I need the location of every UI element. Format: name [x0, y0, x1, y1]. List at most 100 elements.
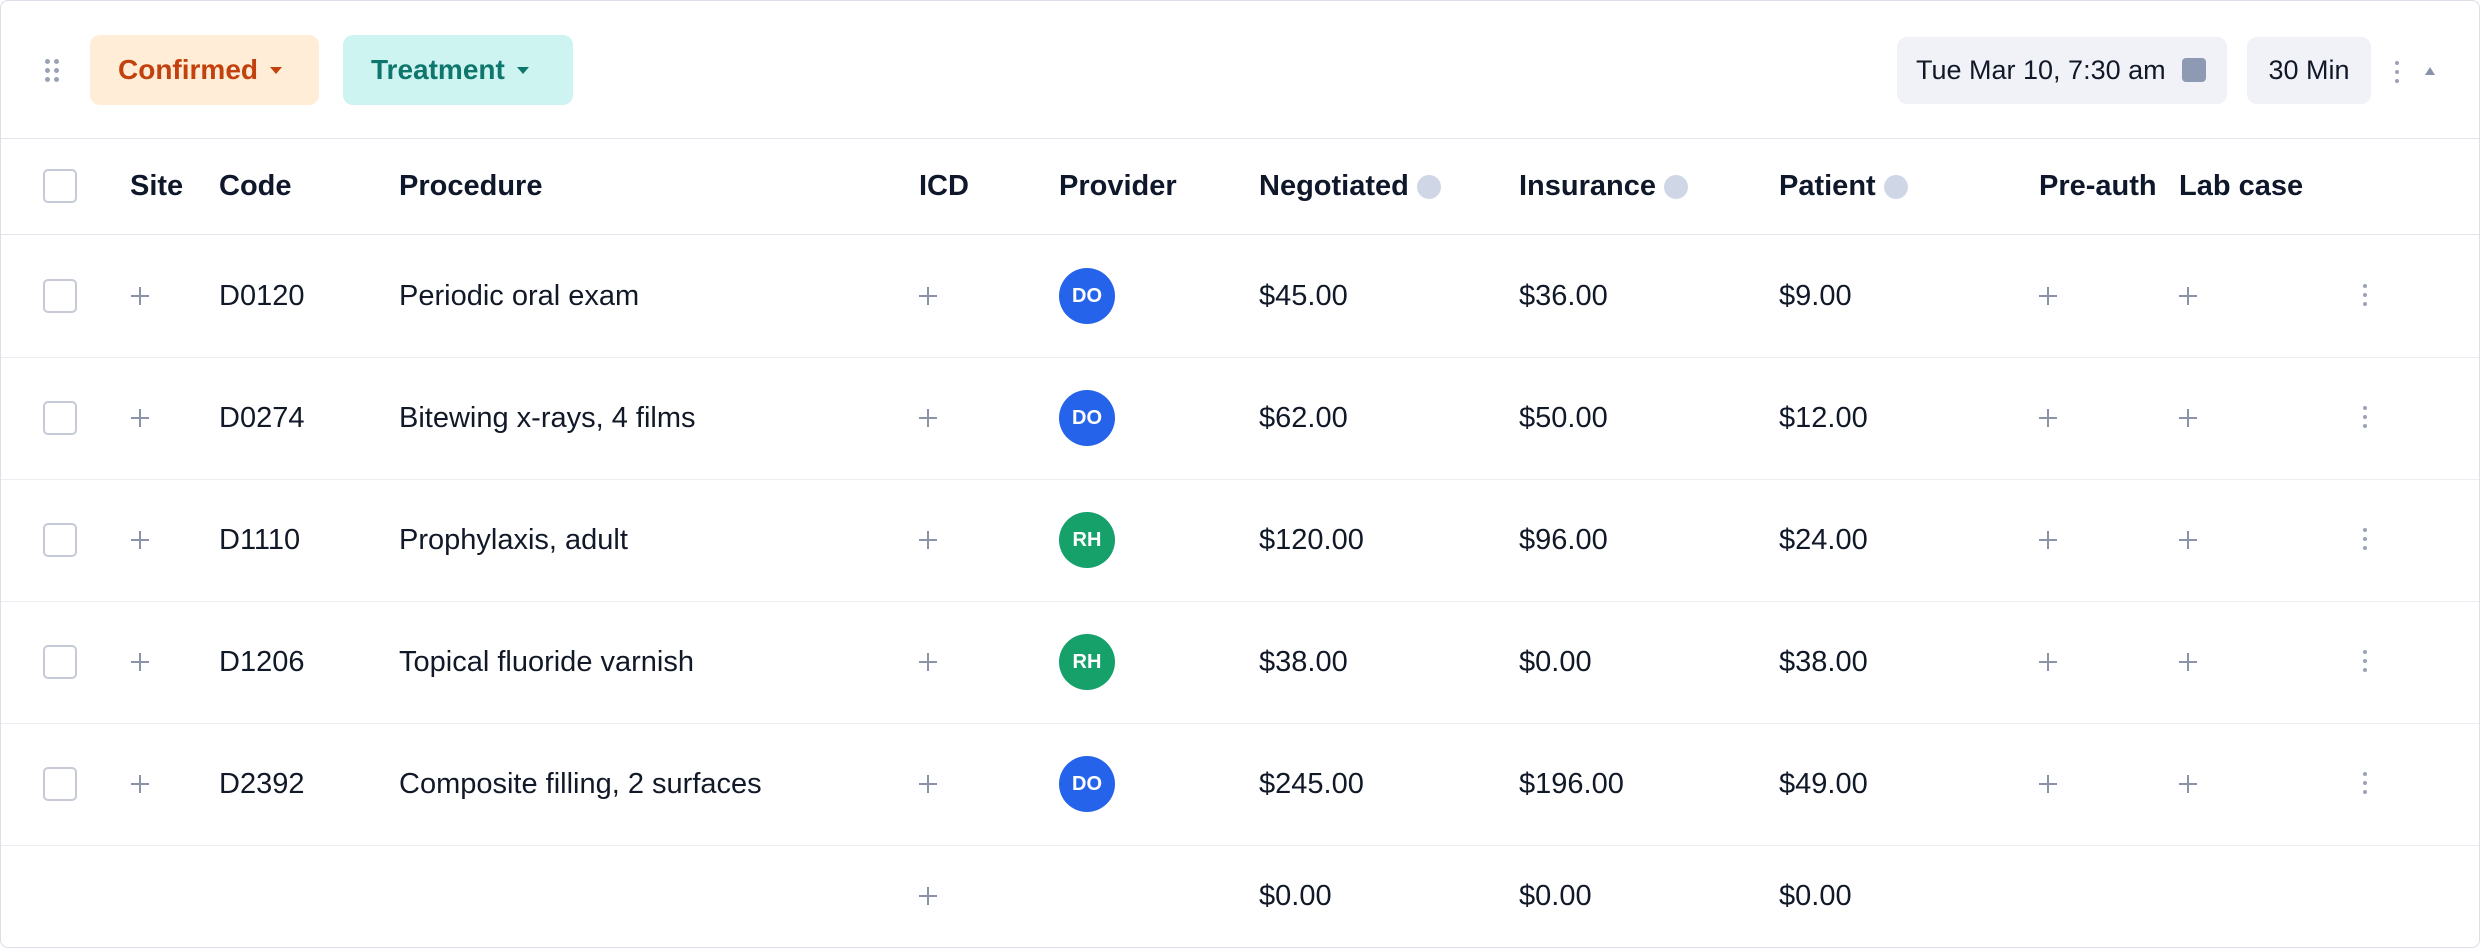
add-preauth-icon[interactable]	[2039, 287, 2057, 305]
add-preauth-icon[interactable]	[2039, 775, 2057, 793]
table-row[interactable]: D1206 Topical fluoride varnish RH $38.00…	[1, 601, 2479, 724]
duration-chip[interactable]: 30 Min	[2247, 37, 2371, 104]
appointment-type-dropdown[interactable]: Treatment	[343, 35, 573, 105]
add-site-icon[interactable]	[131, 531, 149, 549]
column-provider: Provider	[1059, 170, 1177, 202]
procedure-cell: Prophylaxis, adult	[399, 523, 628, 556]
procedure-cell: Bitewing x-rays, 4 films	[399, 401, 696, 434]
more-options-icon[interactable]	[2395, 61, 2401, 85]
provider-avatar[interactable]: RH	[1059, 512, 1115, 568]
add-icd-icon[interactable]	[919, 653, 937, 671]
add-icd-icon[interactable]	[919, 287, 937, 305]
provider-avatar[interactable]: DO	[1059, 268, 1115, 324]
add-labcase-icon[interactable]	[2179, 531, 2197, 549]
add-preauth-icon[interactable]	[2039, 409, 2057, 427]
status-dropdown[interactable]: Confirmed	[90, 35, 319, 105]
add-preauth-icon[interactable]	[2039, 531, 2057, 549]
row-checkbox[interactable]	[43, 523, 77, 557]
row-menu-icon[interactable]	[2363, 528, 2369, 552]
code-cell: D1110	[219, 523, 301, 556]
select-all-checkbox[interactable]	[43, 169, 77, 203]
color-square-icon	[2182, 58, 2206, 82]
row-checkbox[interactable]	[43, 401, 77, 435]
column-procedure: Procedure	[399, 170, 543, 202]
negotiated-cell: $62.00	[1259, 401, 1348, 434]
provider-avatar[interactable]: RH	[1059, 634, 1115, 690]
caret-down-icon	[270, 66, 282, 74]
code-cell: D0120	[219, 279, 305, 312]
row-checkbox[interactable]	[43, 645, 77, 679]
negotiated-cell: $120.00	[1259, 523, 1364, 556]
provider-avatar[interactable]: DO	[1059, 756, 1115, 812]
appointment-card: Confirmed Treatment Tue Mar 10, 7:30 am …	[0, 0, 2480, 948]
patient-total: $0.00	[1779, 879, 1852, 912]
table-row[interactable]: D2392 Composite filling, 2 surfaces DO $…	[1, 723, 2479, 846]
add-site-icon[interactable]	[131, 653, 149, 671]
column-labcase: Lab case	[2179, 170, 2304, 202]
insurance-cell: $0.00	[1519, 645, 1592, 678]
row-checkbox[interactable]	[43, 279, 77, 313]
add-labcase-icon[interactable]	[2179, 409, 2197, 427]
column-code: Code	[219, 170, 292, 202]
procedure-cell: Composite filling, 2 surfaces	[399, 767, 762, 800]
row-menu-icon[interactable]	[2363, 772, 2369, 796]
add-icd-icon[interactable]	[919, 775, 937, 793]
table-header: Site Code Procedure ICD Provider Negotia…	[1, 139, 2479, 235]
code-cell: D1206	[219, 645, 305, 678]
insurance-cell: $36.00	[1519, 279, 1608, 312]
table-row[interactable]: D0120 Periodic oral exam DO $45.00 $36.0…	[1, 235, 2479, 358]
add-icd-icon[interactable]	[919, 409, 937, 427]
add-site-icon[interactable]	[131, 409, 149, 427]
appointment-datetime: Tue Mar 10, 7:30 am	[1916, 55, 2166, 85]
column-preauth: Pre-auth	[2039, 170, 2157, 202]
appointment-type-label: Treatment	[371, 54, 505, 85]
code-cell: D2392	[219, 767, 305, 800]
row-menu-icon[interactable]	[2363, 650, 2369, 674]
add-labcase-icon[interactable]	[2179, 653, 2197, 671]
appointment-datetime-chip[interactable]: Tue Mar 10, 7:30 am	[1897, 37, 2227, 104]
procedure-cell: Periodic oral exam	[399, 279, 640, 312]
patient-cell: $9.00	[1779, 279, 1852, 312]
insurance-total: $0.00	[1519, 879, 1592, 912]
insurance-cell: $196.00	[1519, 767, 1624, 800]
info-icon[interactable]	[1883, 174, 1908, 199]
add-icd-icon[interactable]	[919, 531, 937, 549]
column-insurance-label: Insurance	[1519, 170, 1656, 202]
caret-down-icon	[516, 66, 529, 74]
drag-handle-icon[interactable]	[45, 59, 61, 83]
appointment-toolbar: Confirmed Treatment Tue Mar 10, 7:30 am …	[1, 1, 2479, 139]
code-cell: D0274	[219, 401, 305, 434]
table-row[interactable]: D0274 Bitewing x-rays, 4 films DO $62.00…	[1, 357, 2479, 480]
insurance-cell: $96.00	[1519, 523, 1608, 556]
add-procedure-icon[interactable]	[919, 887, 937, 905]
procedure-cell: Topical fluoride varnish	[399, 645, 694, 678]
info-icon[interactable]	[1664, 174, 1688, 199]
row-menu-icon[interactable]	[2363, 406, 2369, 430]
status-label: Confirmed	[118, 54, 258, 85]
add-preauth-icon[interactable]	[2039, 653, 2057, 671]
provider-avatar[interactable]: DO	[1059, 390, 1115, 446]
add-site-icon[interactable]	[131, 775, 149, 793]
add-site-icon[interactable]	[131, 287, 149, 305]
insurance-cell: $50.00	[1519, 401, 1608, 434]
totals-row: $0.00 $0.00 $0.00	[1, 845, 2479, 947]
negotiated-cell: $245.00	[1259, 767, 1364, 800]
column-patient: Patient	[1779, 139, 1908, 234]
row-menu-icon[interactable]	[2363, 284, 2369, 308]
patient-cell: $38.00	[1779, 645, 1868, 678]
patient-cell: $49.00	[1779, 767, 1868, 800]
column-negotiated-label: Negotiated	[1259, 170, 1409, 202]
column-negotiated: Negotiated	[1259, 139, 1441, 234]
info-icon[interactable]	[1416, 174, 1441, 199]
negotiated-cell: $45.00	[1259, 279, 1348, 312]
add-labcase-icon[interactable]	[2179, 287, 2197, 305]
negotiated-cell: $38.00	[1259, 645, 1348, 678]
column-insurance: Insurance	[1519, 139, 1688, 234]
add-labcase-icon[interactable]	[2179, 775, 2197, 793]
row-checkbox[interactable]	[43, 767, 77, 801]
patient-cell: $24.00	[1779, 523, 1868, 556]
patient-cell: $12.00	[1779, 401, 1868, 434]
duration-label: 30 Min	[2268, 55, 2350, 85]
collapse-icon[interactable]	[2425, 67, 2435, 75]
table-row[interactable]: D1110 Prophylaxis, adult RH $120.00 $96.…	[1, 479, 2479, 602]
